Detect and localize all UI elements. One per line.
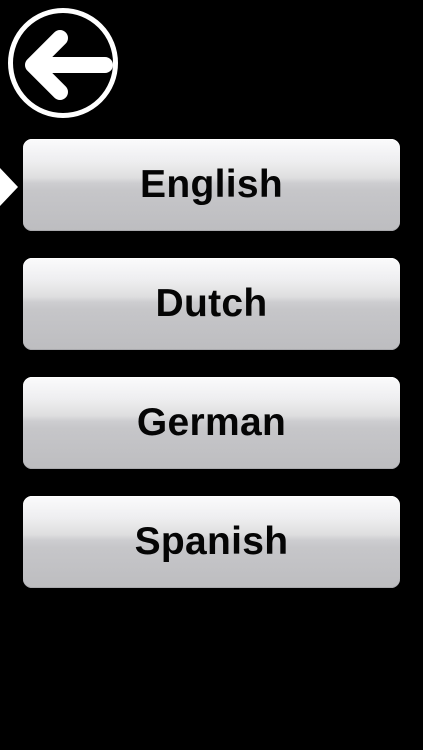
selected-indicator-icon: [0, 168, 18, 206]
language-button-german[interactable]: German: [23, 377, 400, 469]
language-button-spanish[interactable]: Spanish: [23, 496, 400, 588]
back-button[interactable]: [8, 8, 118, 118]
language-label: Spanish: [134, 520, 289, 563]
language-button-english[interactable]: English: [23, 139, 400, 231]
language-list: English Dutch German Spanish: [23, 139, 400, 615]
language-button-dutch[interactable]: Dutch: [23, 258, 400, 350]
arrow-left-icon: [25, 30, 113, 100]
language-label: English: [140, 163, 283, 206]
language-label: Dutch: [155, 282, 268, 325]
language-label: German: [136, 401, 287, 444]
